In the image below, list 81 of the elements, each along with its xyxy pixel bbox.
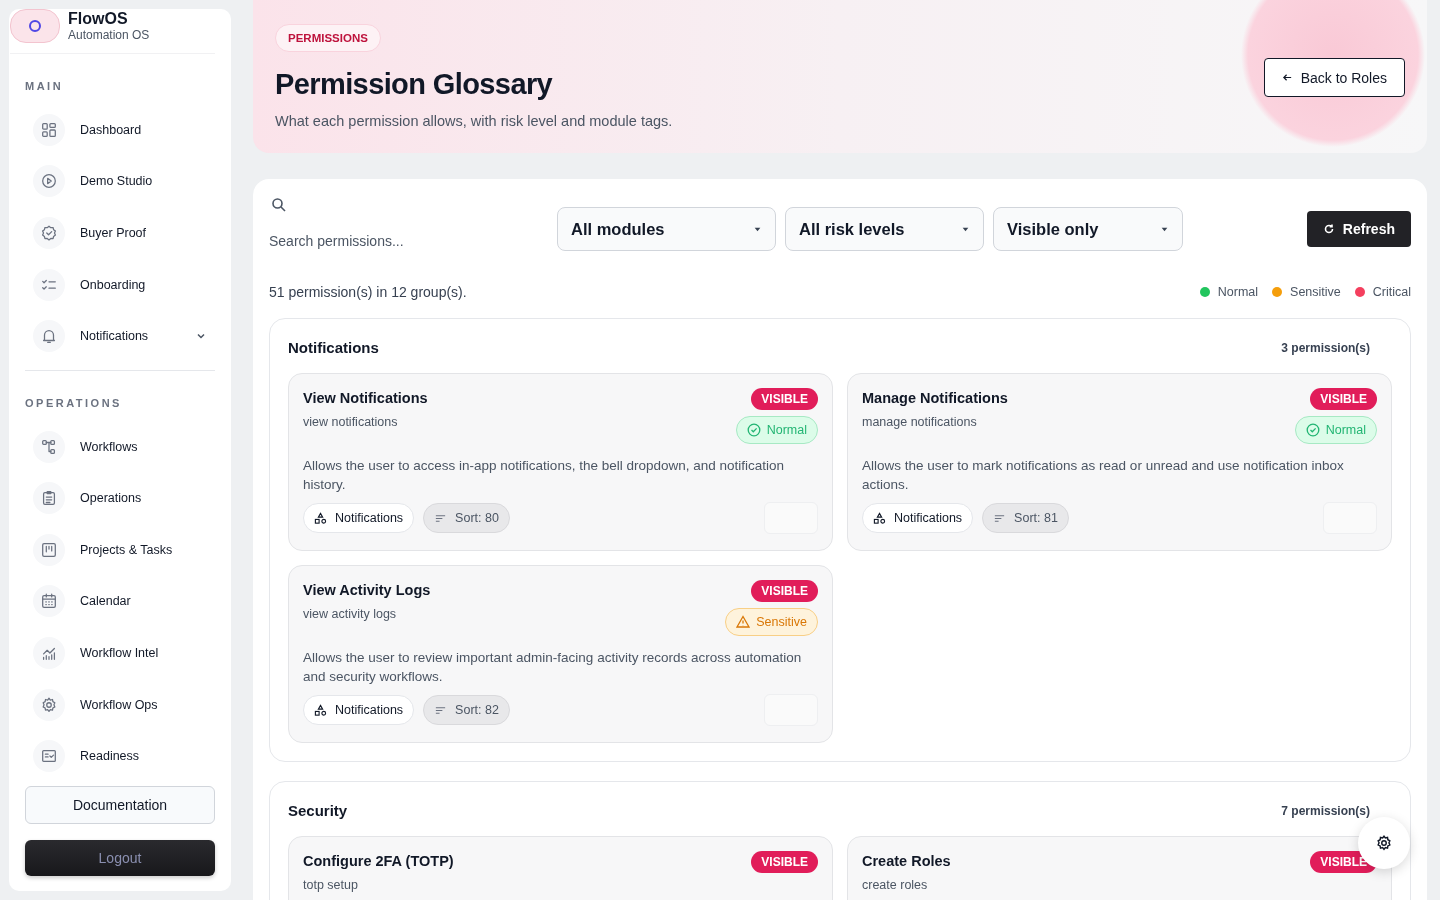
visibility-badge: VISIBLE	[1310, 388, 1377, 410]
search-field[interactable]: Search permissions...	[269, 233, 529, 249]
permission-key: totp setup	[303, 878, 454, 892]
permission-title: Manage Notifications	[862, 390, 1008, 406]
calendar-icon	[40, 592, 58, 611]
group-count: 7 permission(s)	[1281, 803, 1370, 818]
nav-item[interactable]: Projects & Tasks	[25, 524, 215, 576]
module-tag: Notifications	[303, 503, 415, 533]
warning-icon	[736, 615, 751, 629]
permission-key: manage notifications	[862, 415, 1008, 429]
sort-tag: Sort: 82	[423, 695, 510, 725]
nav-item[interactable]: Readiness	[25, 730, 215, 782]
legend-label: Sensitive	[1290, 285, 1341, 299]
grid-icon	[40, 120, 58, 139]
sort-tag: Sort: 81	[982, 503, 1069, 533]
permission-title: Configure 2FA (TOTP)	[303, 853, 454, 869]
permission-key: view notifications	[303, 415, 428, 429]
visibility-badge: VISIBLE	[751, 851, 818, 873]
page-subtitle: What each permission allows, with risk level and module tags.	[275, 113, 673, 129]
settings-icon	[1375, 834, 1393, 852]
filter-dropdown[interactable]: Visible only	[993, 207, 1183, 251]
badge-icon	[40, 224, 58, 242]
module-tag: Notifications	[303, 695, 415, 725]
kanban-icon	[40, 540, 58, 559]
filter-dropdown[interactable]: All modules	[557, 207, 776, 251]
search-icon	[271, 197, 287, 213]
permission-description: Allows the user to access in-app notifications, the bell dropdown, and notification history.	[303, 457, 786, 494]
visibility-badge: VISIBLE	[751, 580, 818, 602]
nav-item[interactable]: Demo Studio	[25, 155, 215, 208]
permission-title: View Notifications	[303, 390, 428, 406]
risk-badge: Sensitive	[725, 608, 818, 636]
clipboard-icon	[40, 489, 58, 508]
nav-section-title: OPERATIONS	[25, 396, 123, 409]
bell-icon	[40, 327, 58, 346]
filter-dropdown[interactable]: All risk levels	[785, 207, 984, 251]
permission-key: create roles	[862, 878, 951, 892]
logout-button[interactable]: Logout	[25, 840, 215, 876]
risk-badge: Normal	[735, 416, 818, 444]
back-button[interactable]: Back to Roles	[1263, 58, 1405, 97]
legend-label: Critical	[1372, 285, 1411, 299]
permission-title: View Activity Logs	[303, 582, 431, 598]
shapes-icon	[314, 703, 327, 717]
check-circle-icon	[1305, 423, 1320, 437]
shapes-icon	[873, 511, 886, 525]
check-circle-icon	[746, 423, 761, 437]
brand-subtitle: Automation OS	[68, 28, 150, 42]
nav-item[interactable]: Dashboard	[25, 104, 215, 156]
arrow-left-icon	[1281, 72, 1293, 83]
group-title: Notifications	[288, 339, 379, 356]
visibility-badge: VISIBLE	[751, 388, 818, 410]
sort-tag: Sort: 80	[423, 503, 510, 533]
refresh-icon	[1322, 223, 1335, 235]
logo-icon	[10, 9, 60, 43]
nav-section-title: MAIN	[25, 80, 65, 92]
page-title: Permission Glossary	[275, 68, 553, 101]
documentation-button[interactable]: Documentation	[25, 786, 215, 824]
nav-item[interactable]: Notifications	[25, 310, 215, 362]
results-summary: 51 permission(s) in 12 group(s).	[269, 284, 467, 300]
refresh-button[interactable]: Refresh	[1306, 211, 1411, 247]
permission-title: Create Roles	[862, 853, 951, 869]
brand-name: FlowOS	[68, 10, 129, 28]
legend-label: Normal	[1217, 285, 1259, 299]
nav-item[interactable]: Calendar	[25, 575, 215, 628]
section-badge: PERMISSIONS	[275, 24, 381, 52]
module-tag: Notifications	[862, 503, 974, 533]
group-title: Security	[288, 802, 348, 819]
permission-description: Allows the user to review important admin-facing activity records across automation and security workflows.	[303, 649, 803, 686]
nav-item[interactable]: Workflow Intel	[25, 627, 215, 679]
permission-description: Allows the user to mark notifications as read or unread and use notification inbox actions.	[862, 457, 1345, 494]
nav-item[interactable]: Workflow Ops	[25, 678, 215, 731]
nav-item[interactable]: Operations	[25, 472, 215, 525]
permission-key: view activity logs	[303, 607, 431, 621]
gear-icon	[40, 695, 58, 714]
play-icon	[40, 172, 58, 191]
risk-badge: Normal	[1294, 416, 1377, 444]
nav-item[interactable]: Workflows	[25, 420, 215, 473]
nav-item[interactable]: Buyer Proof	[25, 207, 215, 259]
nav-item[interactable]: Onboarding	[25, 258, 215, 311]
group-count: 3 permission(s)	[1281, 340, 1370, 355]
shapes-icon	[314, 511, 327, 525]
flow-icon	[40, 437, 58, 456]
